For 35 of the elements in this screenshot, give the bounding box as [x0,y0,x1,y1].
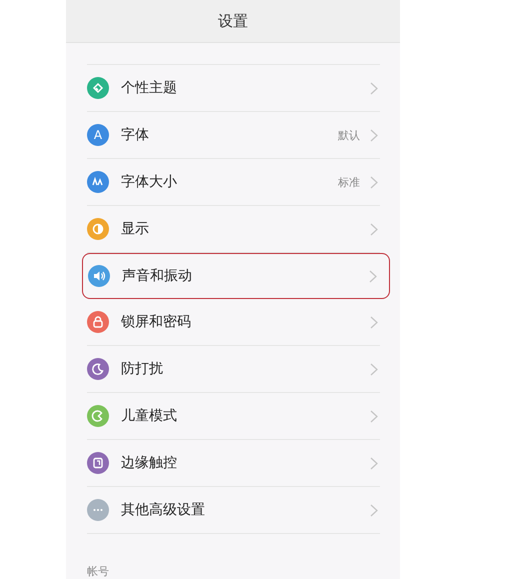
settings-row[interactable]: 边缘触控 [87,440,380,487]
section-label: 帐号 [87,565,109,578]
screen-title: 设置 [218,12,248,30]
font-icon: A [87,124,109,146]
settings-row[interactable]: 锁屏和密码 [87,299,380,346]
row-label: 显示 [121,220,150,238]
settings-row[interactable]: 个性主题 [87,65,380,112]
chevron-icon [370,410,378,422]
settings-row[interactable]: 字体大小 标准 [87,159,380,206]
row-value: 标准 [338,174,360,190]
chevron-icon [370,82,378,94]
row-value: 默认 [338,128,360,142]
chevron-icon [370,176,378,188]
settings-row[interactable]: 声音和振动 [82,253,390,299]
chevron-icon [370,222,378,236]
chevron-icon [370,504,378,516]
settings-row[interactable]: 防打扰 [87,346,380,393]
row-label: 个性主题 [121,79,178,97]
chevron-icon [370,128,378,142]
row-label: 防打扰 [121,360,164,378]
row-label: 字体 [121,126,150,144]
row-label: 其他高级设置 [121,501,206,519]
row-label: 边缘触控 [121,454,178,472]
chevron-icon [370,316,378,328]
row-label: 儿童模式 [121,407,178,425]
row-label: 声音和振动 [122,267,193,285]
chevron-icon [370,362,378,376]
row-label: 字体大小 [121,173,178,191]
settings-row[interactable]: 显示 [87,206,380,253]
settings-row[interactable]: 儿童模式 [87,393,380,440]
chevron-icon [369,270,377,282]
settings-row[interactable]: 其他高级设置 [87,487,380,534]
row-label: 锁屏和密码 [121,313,192,331]
settings-row[interactable]: A 字体 默认 [87,112,380,159]
chevron-icon [370,456,378,470]
